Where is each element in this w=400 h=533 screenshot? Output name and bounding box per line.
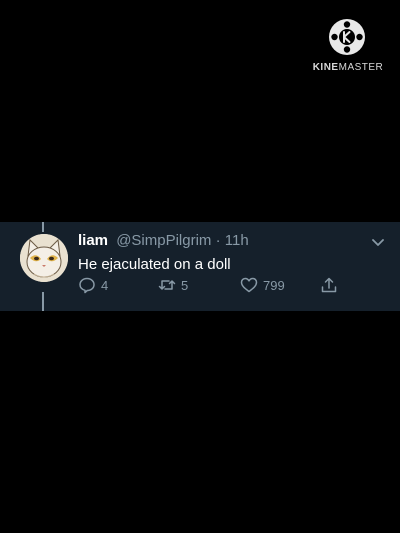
share-button[interactable] xyxy=(320,275,343,295)
kinemaster-logo-icon xyxy=(329,19,365,55)
chevron-down-icon[interactable] xyxy=(370,234,386,250)
tweet-text: He ejaculated on a doll xyxy=(78,256,231,273)
thread-line-top xyxy=(42,222,44,232)
share-icon xyxy=(321,277,337,293)
retweet-icon xyxy=(158,280,176,290)
like-button[interactable]: 799 xyxy=(240,275,285,295)
timestamp[interactable]: 11h xyxy=(225,232,249,249)
like-count: 799 xyxy=(263,277,285,293)
reply-button[interactable]: 4 xyxy=(78,275,108,295)
tweet-header: liam @SimpPilgrim · 11h xyxy=(78,232,249,252)
thread-line-bottom xyxy=(42,292,44,311)
kinemaster-wordmark: KINEMASTER xyxy=(312,62,384,73)
cat-avatar-icon xyxy=(20,234,68,282)
kinemaster-watermark: KINEMASTER xyxy=(308,18,388,78)
username-handle[interactable]: @SimpPilgrim xyxy=(116,232,211,249)
avatar[interactable] xyxy=(20,234,68,282)
heart-icon xyxy=(240,277,258,293)
separator-dot: · xyxy=(215,232,221,249)
retweet-count: 5 xyxy=(181,277,189,293)
display-name[interactable]: liam xyxy=(78,232,108,249)
tweet-card[interactable]: liam @SimpPilgrim · 11h He ejaculated on… xyxy=(0,222,400,311)
retweet-button[interactable]: 5 xyxy=(158,275,188,295)
reply-icon xyxy=(79,277,95,294)
reply-count: 4 xyxy=(101,277,109,293)
